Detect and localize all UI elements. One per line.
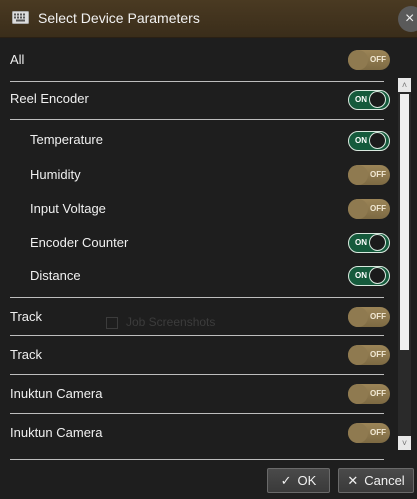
row-label: Input Voltage: [30, 201, 106, 216]
row-humidity: Humidity OFF: [0, 158, 397, 192]
toggle-state: ON: [355, 136, 367, 145]
divider: [10, 374, 384, 375]
toggle-knob: [348, 345, 368, 365]
cancel-label: Cancel: [364, 473, 405, 488]
ok-button[interactable]: ✓ OK: [267, 468, 330, 493]
row-label: Distance: [30, 268, 81, 283]
row-encoder-counter: Encoder Counter ON: [0, 226, 397, 260]
row-label: Encoder Counter: [30, 235, 129, 250]
row-label: Inuktun Camera: [10, 386, 103, 401]
scroll-up-arrow-icon[interactable]: ˄: [398, 78, 411, 92]
row-label: Track: [10, 347, 43, 362]
x-icon: ✕: [347, 473, 359, 488]
row-label: Reel Encoder: [10, 91, 89, 106]
vertical-scrollbar[interactable]: ˄ ˅: [398, 78, 411, 450]
toggle-knob: [369, 234, 386, 251]
row-track-2: Track OFF: [0, 338, 397, 372]
toggle-knob: [348, 384, 368, 404]
toggle-knob: [348, 423, 368, 443]
row-inuktun-camera-2: Inuktun Camera OFF: [0, 416, 397, 450]
toggle-state: ON: [355, 271, 367, 280]
select-device-parameters-dialog: Select Device Parameters × All OFF Reel …: [0, 0, 417, 499]
scroll-down-arrow-icon[interactable]: ˅: [398, 436, 411, 450]
row-distance: Distance ON: [0, 259, 397, 293]
toggle-encoder-counter[interactable]: ON: [348, 233, 390, 253]
row-label: All: [10, 52, 25, 67]
toggle-state: OFF: [370, 312, 386, 321]
ghost-label: Job Screenshots: [126, 315, 216, 329]
toggle-knob: [348, 50, 368, 70]
cancel-button[interactable]: ✕ Cancel: [338, 468, 414, 493]
ok-label: OK: [297, 473, 317, 488]
background-ghost-item: Job Screenshots: [106, 315, 215, 329]
dialog-title: Select Device Parameters: [38, 10, 200, 26]
toggle-all[interactable]: OFF: [348, 50, 390, 70]
divider: [10, 119, 384, 120]
row-label: Inuktun Camera: [10, 425, 103, 440]
row-temperature: Temperature ON: [0, 123, 397, 157]
toggle-knob: [369, 267, 386, 284]
close-button[interactable]: ×: [398, 6, 417, 32]
toggle-knob: [348, 165, 368, 185]
toggle-state: OFF: [370, 428, 386, 437]
toggle-knob: [348, 307, 368, 327]
row-all: All OFF: [0, 43, 397, 77]
scrollbar-thumb[interactable]: [400, 94, 409, 350]
keyboard-icon: [12, 11, 29, 24]
toggle-inuktun-camera-2[interactable]: OFF: [348, 423, 390, 443]
toggle-humidity[interactable]: OFF: [348, 165, 390, 185]
toggle-knob: [369, 132, 386, 149]
divider: [10, 413, 384, 414]
row-input-voltage: Input Voltage OFF: [0, 192, 397, 226]
row-reel-encoder: Reel Encoder ON: [0, 82, 397, 116]
toggle-state: OFF: [370, 170, 386, 179]
divider: [10, 335, 384, 336]
toggle-input-voltage[interactable]: OFF: [348, 199, 390, 219]
toggle-state: OFF: [370, 55, 386, 64]
toggle-state: OFF: [370, 389, 386, 398]
dialog-title-bar[interactable]: Select Device Parameters ×: [0, 0, 417, 38]
toggle-knob: [348, 199, 368, 219]
toggle-track[interactable]: OFF: [348, 307, 390, 327]
parameter-list: All OFF Reel Encoder ON Temperature ON H…: [0, 38, 397, 463]
row-label: Track: [10, 309, 43, 324]
row-label: Humidity: [30, 167, 81, 182]
dialog-footer: ✓ OK ✕ Cancel: [0, 463, 417, 499]
toggle-distance[interactable]: ON: [348, 266, 390, 286]
divider: [10, 459, 384, 460]
toggle-track-2[interactable]: OFF: [348, 345, 390, 365]
toggle-temperature[interactable]: ON: [348, 131, 390, 151]
checkbox-icon: [106, 316, 118, 329]
toggle-knob: [369, 91, 386, 108]
toggle-state: OFF: [370, 204, 386, 213]
close-icon: ×: [405, 10, 415, 27]
toggle-inuktun-camera[interactable]: OFF: [348, 384, 390, 404]
toggle-reel-encoder[interactable]: ON: [348, 90, 390, 110]
checkmark-icon: ✓: [280, 473, 292, 488]
divider: [10, 297, 384, 298]
row-label: Temperature: [30, 132, 103, 147]
toggle-state: ON: [355, 238, 367, 247]
row-inuktun-camera: Inuktun Camera OFF: [0, 377, 397, 411]
toggle-state: OFF: [370, 350, 386, 359]
toggle-state: ON: [355, 95, 367, 104]
